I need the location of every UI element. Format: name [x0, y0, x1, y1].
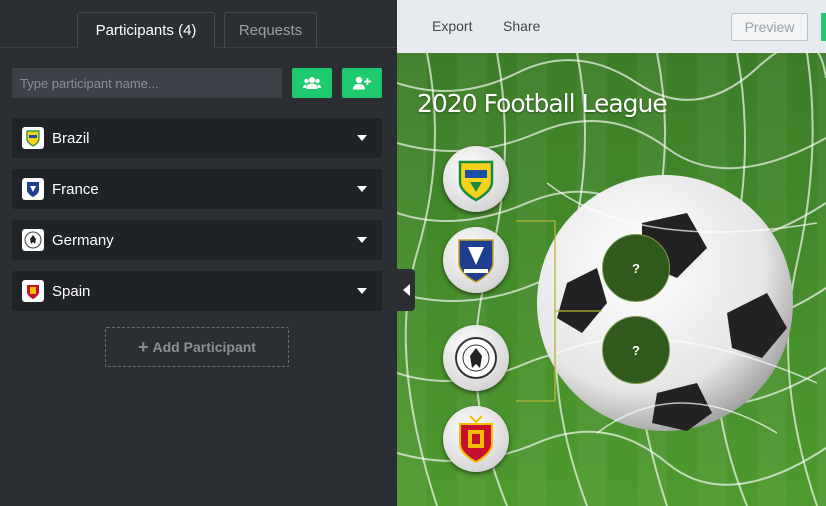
- tab-bar: Participants (4) Requests: [0, 0, 397, 48]
- team-france-crest[interactable]: [443, 227, 509, 293]
- brazil-crest-icon: [22, 127, 44, 149]
- participant-row-brazil[interactable]: Brazil: [12, 118, 382, 158]
- preview-label: Preview: [744, 19, 795, 35]
- team-spain-crest[interactable]: [443, 406, 509, 472]
- chevron-down-icon[interactable]: [357, 237, 367, 243]
- preview-button[interactable]: Preview: [731, 13, 808, 41]
- participant-name-input[interactable]: [12, 68, 282, 98]
- add-participant-button[interactable]: + Add Participant: [105, 327, 289, 367]
- brazil-crest-icon: [458, 160, 494, 202]
- user-plus-icon: [353, 76, 371, 90]
- collapse-sidebar-button[interactable]: [397, 269, 415, 311]
- slot-label: ?: [632, 260, 640, 276]
- france-crest-icon: [458, 239, 494, 283]
- france-crest-icon: [22, 178, 44, 200]
- spain-crest-icon: [22, 280, 44, 302]
- export-button[interactable]: Export: [432, 18, 472, 34]
- sidebar: Participants (4) Requests Type participa…: [0, 0, 397, 506]
- add-user-button[interactable]: [342, 68, 382, 98]
- participant-row-france[interactable]: France: [12, 169, 382, 209]
- share-button[interactable]: Share: [503, 18, 540, 34]
- bracket-canvas: 2020 Football League ? ?: [397, 53, 826, 506]
- tab-requests[interactable]: Requests: [224, 12, 317, 47]
- slot-label: ?: [632, 342, 640, 358]
- germany-crest-icon: [22, 229, 44, 251]
- tournament-title: 2020 Football League: [417, 89, 668, 118]
- plus-icon: +: [138, 336, 149, 357]
- team-brazil-crest[interactable]: [443, 146, 509, 212]
- bracket-slot[interactable]: ?: [602, 316, 670, 384]
- add-group-button[interactable]: [292, 68, 332, 98]
- participant-row-germany[interactable]: Germany: [12, 220, 382, 260]
- tab-requests-label: Requests: [238, 21, 303, 39]
- participant-name: Brazil: [52, 129, 90, 147]
- chevron-down-icon[interactable]: [357, 186, 367, 192]
- users-icon: [303, 77, 321, 89]
- add-participant-label: Add Participant: [152, 339, 256, 355]
- toolbar: Export Share Preview: [397, 0, 826, 53]
- chevron-left-icon: [402, 284, 410, 296]
- spain-crest-icon: [459, 415, 493, 464]
- team-germany-crest[interactable]: [443, 325, 509, 391]
- chevron-down-icon[interactable]: [357, 288, 367, 294]
- participant-name: France: [52, 180, 99, 198]
- bracket-slot[interactable]: ?: [602, 234, 670, 302]
- participant-name: Spain: [52, 282, 91, 300]
- participant-name: Germany: [52, 231, 114, 249]
- germany-crest-icon: [455, 337, 497, 379]
- chevron-down-icon[interactable]: [357, 135, 367, 141]
- publish-button-edge[interactable]: [821, 13, 826, 41]
- tab-participants[interactable]: Participants (4): [77, 12, 215, 48]
- tab-participants-label: Participants (4): [95, 21, 197, 39]
- participant-row-spain[interactable]: Spain: [12, 271, 382, 311]
